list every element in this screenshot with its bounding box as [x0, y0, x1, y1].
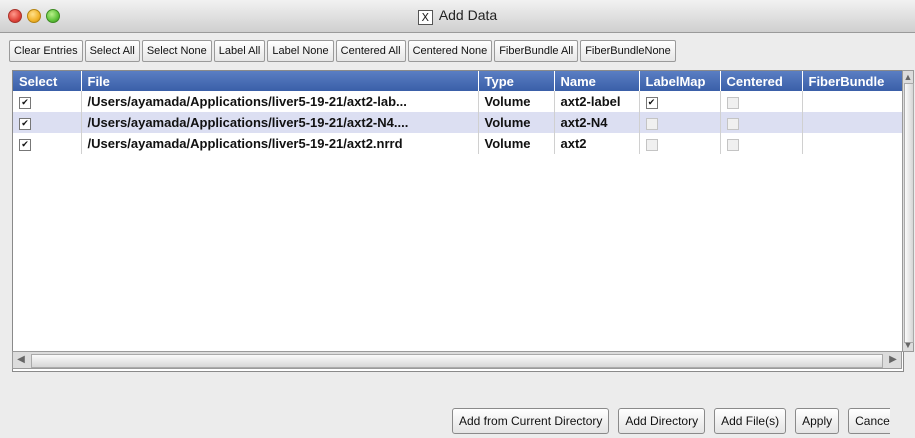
table-row[interactable]: ✔ /Users/ayamada/Applications/liver5-19-… — [13, 91, 904, 112]
name-cell[interactable]: axt2-label — [554, 91, 640, 112]
centered-checkbox[interactable] — [726, 117, 739, 130]
scroll-left-icon[interactable]: ◀ — [13, 352, 29, 368]
column-header-file[interactable]: File — [81, 71, 479, 91]
fiberbundle-cell — [802, 133, 904, 154]
window-title-group: X Add Data — [0, 7, 915, 25]
file-cell: /Users/ayamada/Applications/liver5-19-21… — [81, 91, 479, 112]
name-cell[interactable]: axt2-N4 — [554, 112, 640, 133]
select-checkbox[interactable]: ✔ — [19, 117, 31, 130]
column-header-labelmap[interactable]: LabelMap — [639, 71, 721, 91]
scroll-down-icon[interactable]: ▼ — [903, 339, 913, 351]
label-all-button[interactable]: Label All — [213, 40, 266, 62]
name-cell[interactable]: axt2 — [554, 133, 640, 154]
table-row[interactable]: ✔ /Users/ayamada/Applications/liver5-19-… — [13, 133, 904, 154]
column-header-fiberbundle[interactable]: FiberBundle — [802, 71, 904, 91]
x-icon: X — [417, 10, 433, 25]
fiberbundle-cell — [802, 112, 904, 133]
cancel-button[interactable]: Cance — [848, 408, 890, 434]
column-header-centered[interactable]: Centered — [720, 71, 803, 91]
table-header-row: Select File Type Name LabelMap Centered … — [13, 71, 904, 91]
select-none-button[interactable]: Select None — [141, 40, 212, 62]
add-from-current-directory-button[interactable]: Add from Current Directory — [452, 408, 610, 434]
add-files-button[interactable]: Add File(s) — [714, 408, 787, 434]
file-cell: /Users/ayamada/Applications/liver5-19-21… — [81, 112, 479, 133]
fiberbundle-none-button[interactable]: FiberBundleNone — [580, 40, 676, 62]
table-row[interactable]: ✔ /Users/ayamada/Applications/liver5-19-… — [13, 112, 904, 133]
labelmap-checkbox[interactable]: ✔ — [645, 96, 658, 109]
type-cell: Volume — [478, 133, 555, 154]
vertical-scroll-thumb[interactable] — [904, 83, 914, 343]
scroll-up-icon[interactable]: ▲ — [903, 71, 913, 83]
bottom-button-bar: Add from Current Directory Add Directory A… — [452, 408, 890, 434]
centered-all-button[interactable]: Centered All — [335, 40, 406, 62]
type-cell: Volume — [478, 91, 555, 112]
horizontal-scroll-thumb[interactable] — [31, 354, 883, 368]
horizontal-scrollbar[interactable]: ◀ ▶ — [12, 351, 902, 369]
data-table: Select File Type Name LabelMap Centered … — [13, 71, 904, 154]
vertical-scrollbar[interactable]: ▲ ▼ — [902, 70, 914, 352]
select-all-button[interactable]: Select All — [84, 40, 140, 62]
column-header-type[interactable]: Type — [478, 71, 555, 91]
apply-button[interactable]: Apply — [795, 408, 840, 434]
centered-none-button[interactable]: Centered None — [407, 40, 493, 62]
centered-checkbox[interactable] — [726, 96, 739, 109]
scroll-right-icon[interactable]: ▶ — [885, 352, 901, 368]
labelmap-checkbox[interactable] — [645, 117, 658, 130]
add-directory-button[interactable]: Add Directory — [618, 408, 706, 434]
fiberbundle-cell — [802, 91, 904, 112]
centered-checkbox[interactable] — [726, 138, 739, 151]
labelmap-checkbox[interactable] — [645, 138, 658, 151]
label-none-button[interactable]: Label None — [267, 40, 334, 62]
data-table-panel: Select File Type Name LabelMap Centered … — [12, 70, 904, 372]
toolbar: Clear Entries Select All Select None Label … — [9, 40, 678, 62]
select-checkbox[interactable]: ✔ — [19, 96, 31, 109]
fiberbundle-all-button[interactable]: FiberBundle All — [494, 40, 579, 62]
window-title: Add Data — [438, 7, 498, 23]
clear-entries-button[interactable]: Clear Entries — [9, 40, 83, 62]
title-bar: X Add Data — [0, 0, 915, 33]
file-cell: /Users/ayamada/Applications/liver5-19-21… — [81, 133, 479, 154]
select-checkbox[interactable]: ✔ — [19, 138, 31, 151]
column-header-name[interactable]: Name — [554, 71, 640, 91]
column-header-select[interactable]: Select — [13, 71, 82, 91]
type-cell: Volume — [478, 112, 555, 133]
